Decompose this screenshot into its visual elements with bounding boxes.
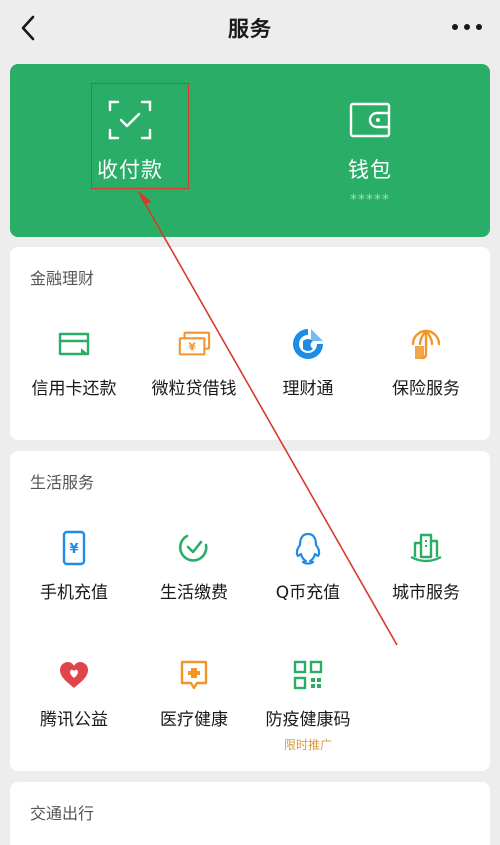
credit-card-repay-tile[interactable]: 信用卡还款 bbox=[14, 327, 134, 399]
city-service-tile[interactable]: 城市服务 bbox=[366, 531, 486, 603]
finance-section: 金融理财 信用卡还款 ¥ 微粒贷借钱 理财通 保险服务 bbox=[10, 247, 490, 440]
wallet-icon bbox=[349, 102, 391, 138]
annotation-highlight-box bbox=[91, 83, 189, 189]
utility-payment-tile[interactable]: 生活缴费 bbox=[134, 531, 254, 603]
insurance-tile[interactable]: 保险服务 bbox=[366, 327, 486, 399]
health-qr-code-icon bbox=[291, 658, 325, 692]
section-title: 交通出行 bbox=[30, 804, 95, 823]
more-dot-icon bbox=[476, 24, 482, 30]
section-title: 生活服务 bbox=[30, 473, 95, 492]
tile-label: 腾讯公益 bbox=[40, 710, 108, 730]
city-service-icon bbox=[409, 531, 443, 565]
wallet-card: 收付款 钱包 ***** bbox=[10, 64, 490, 237]
charity-heart-icon bbox=[57, 658, 91, 692]
back-arrow-icon bbox=[21, 15, 35, 41]
health-code-tile[interactable]: 防疫健康码 限时推广 bbox=[248, 658, 368, 753]
tile-label: Q币充值 bbox=[275, 583, 341, 603]
qq-coin-icon bbox=[291, 531, 325, 565]
more-dot-icon bbox=[452, 24, 458, 30]
more-options-button[interactable] bbox=[452, 16, 482, 38]
tile-label: 手机充值 bbox=[40, 583, 108, 603]
transport-section: 交通出行 bbox=[10, 782, 490, 845]
back-button[interactable] bbox=[14, 12, 42, 44]
phone-recharge-tile[interactable]: ¥ 手机充值 bbox=[14, 530, 134, 603]
tile-label: 微粒贷借钱 bbox=[151, 379, 237, 399]
tile-label: 理财通 bbox=[282, 379, 334, 399]
tile-label: 信用卡还款 bbox=[31, 379, 117, 399]
tile-label: 城市服务 bbox=[392, 583, 460, 603]
loan-money-icon: ¥ bbox=[177, 327, 211, 361]
section-title: 金融理财 bbox=[30, 269, 95, 288]
credit-card-icon bbox=[57, 327, 91, 361]
weilidai-loan-tile[interactable]: ¥ 微粒贷借钱 bbox=[134, 327, 254, 399]
page-title: 服务 bbox=[228, 17, 272, 41]
wallet-balance-masked: ***** bbox=[350, 192, 390, 208]
tile-label: 保险服务 bbox=[392, 379, 460, 399]
tile-label: 生活缴费 bbox=[160, 583, 228, 603]
licaitong-icon bbox=[291, 327, 325, 361]
svg-text:¥: ¥ bbox=[69, 542, 78, 557]
top-bar: 服务 bbox=[0, 0, 500, 56]
utility-payment-icon bbox=[177, 531, 211, 565]
medical-health-tile[interactable]: 医疗健康 bbox=[134, 658, 254, 730]
tile-label: 医疗健康 bbox=[160, 710, 228, 730]
wallet-label: 钱包 bbox=[348, 158, 392, 182]
tile-label: 防疫健康码 bbox=[265, 710, 351, 730]
q-coin-recharge-tile[interactable]: Q币充值 bbox=[248, 531, 368, 603]
insurance-umbrella-icon bbox=[409, 327, 443, 361]
licaitong-tile[interactable]: 理财通 bbox=[248, 327, 368, 399]
phone-recharge-icon: ¥ bbox=[57, 530, 91, 566]
promo-badge: 限时推广 bbox=[283, 738, 332, 752]
tencent-charity-tile[interactable]: 腾讯公益 bbox=[14, 658, 134, 730]
more-dot-icon bbox=[464, 24, 470, 30]
life-services-section: 生活服务 ¥ 手机充值 生活缴费 Q币充值 城市服务 腾讯公益 医疗健康 防疫健… bbox=[10, 451, 490, 771]
svg-text:¥: ¥ bbox=[188, 342, 196, 354]
medical-health-icon bbox=[177, 658, 211, 692]
wallet-button[interactable]: 钱包 ***** bbox=[250, 64, 490, 237]
